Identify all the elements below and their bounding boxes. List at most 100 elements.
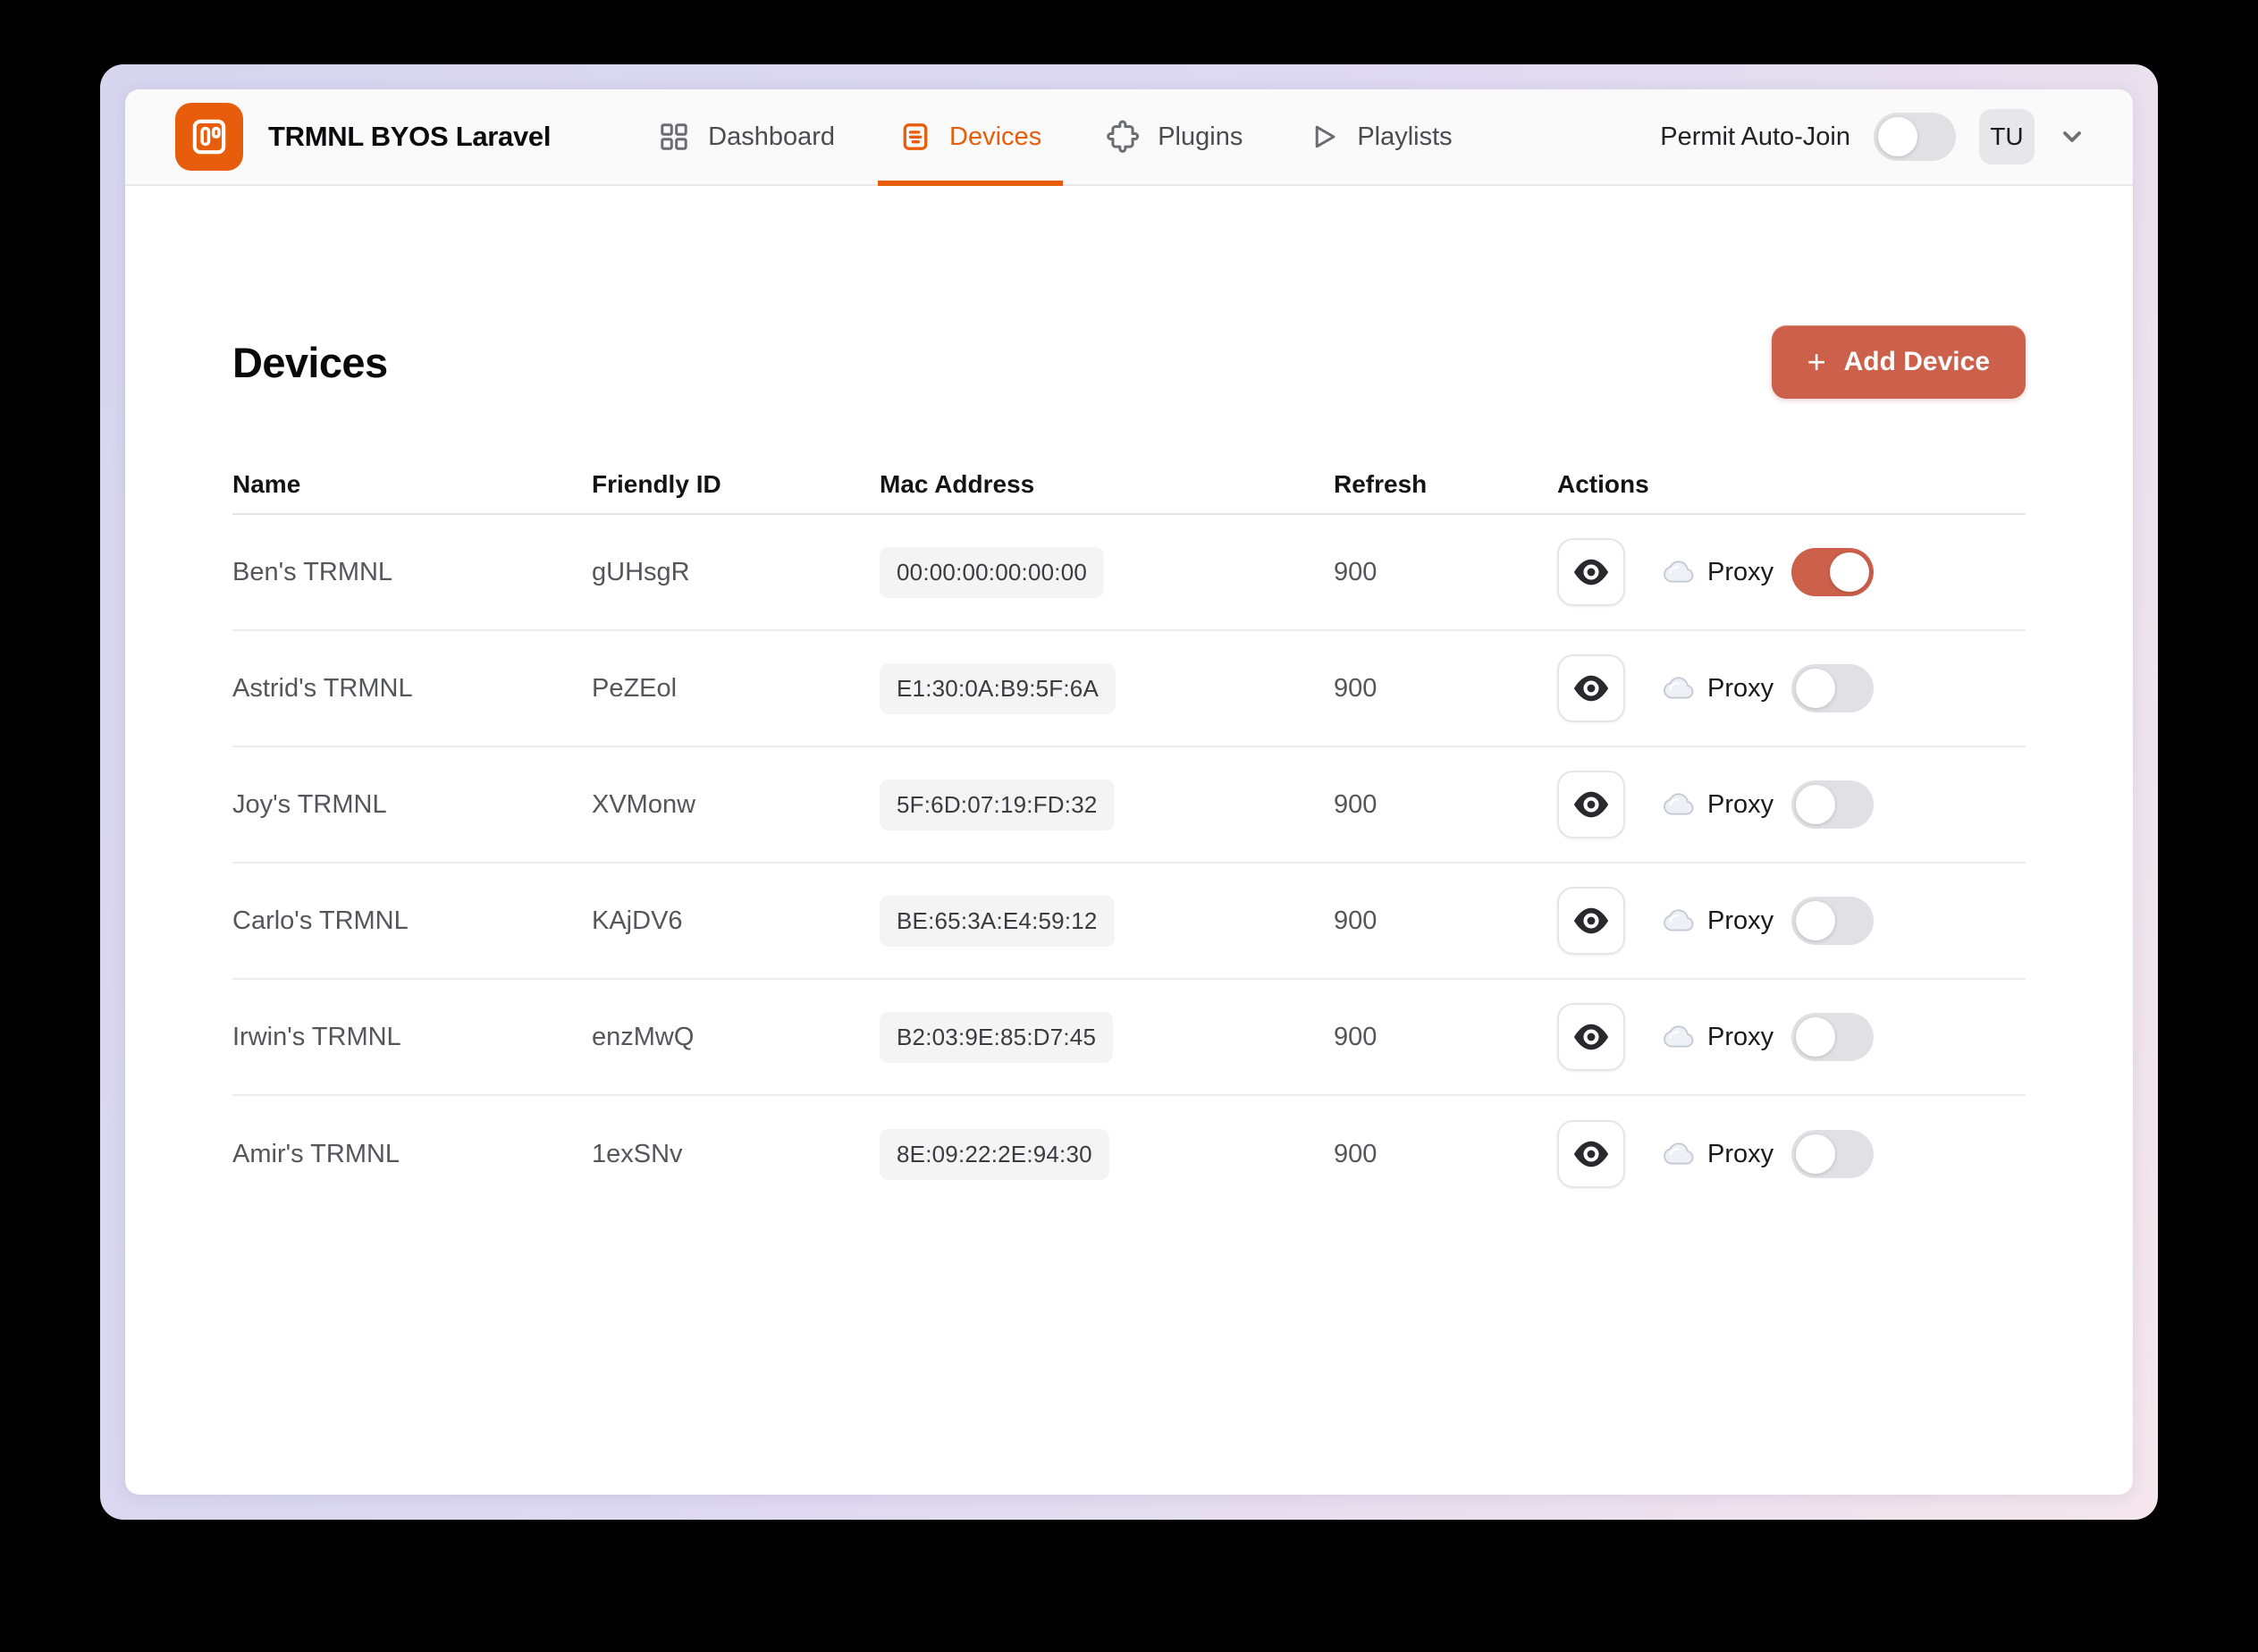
chevron-down-icon[interactable]	[2058, 122, 2086, 151]
view-device-button[interactable]	[1557, 771, 1625, 839]
device-name: Astrid's TRMNL	[232, 673, 413, 703]
topbar-right-group: Permit Auto-Join TU	[1660, 109, 2086, 164]
proxy-control: Proxy	[1661, 1013, 1875, 1061]
proxy-control: Proxy	[1661, 780, 1875, 829]
toggle-knob	[1796, 785, 1836, 824]
proxy-toggle[interactable]	[1791, 548, 1875, 596]
mac-address-badge: E1:30:0A:B9:5F:6A	[880, 662, 1116, 714]
view-device-button[interactable]	[1557, 1003, 1625, 1071]
proxy-toggle[interactable]	[1791, 1013, 1875, 1061]
proxy-toggle[interactable]	[1791, 897, 1875, 945]
table-header-row: Name Friendly ID Mac Address Refresh Act…	[232, 456, 2026, 515]
nav-tab-playlists[interactable]: Playlists	[1285, 89, 1473, 184]
table-row: Irwin's TRMNL enzMwQ B2:03:9E:85:D7:45 9…	[232, 980, 2026, 1096]
add-device-button[interactable]: + Add Device	[1771, 325, 2026, 399]
device-refresh: 900	[1334, 1022, 1378, 1051]
add-device-label: Add Device	[1843, 347, 1990, 376]
cloud-icon	[1661, 907, 1697, 934]
main-content: Devices + Add Device Name Friendly ID Ma…	[125, 186, 2133, 1495]
mac-address-badge: 5F:6D:07:19:FD:32	[880, 779, 1115, 830]
permit-auto-join-label: Permit Auto-Join	[1660, 122, 1850, 151]
device-friendly-id: 1exSNv	[592, 1139, 683, 1168]
device-refresh: 900	[1334, 906, 1378, 935]
column-header-refresh: Refresh	[1334, 470, 1428, 498]
toggle-knob	[1796, 1134, 1836, 1174]
nav-label-dashboard: Dashboard	[708, 122, 836, 151]
cloud-icon	[1661, 791, 1697, 818]
device-name: Carlo's TRMNL	[232, 906, 409, 935]
proxy-label: Proxy	[1707, 906, 1774, 935]
devices-list-icon	[899, 121, 931, 153]
table-row: Amir's TRMNL 1exSNv 8E:09:22:2E:94:30 90…	[232, 1096, 2026, 1212]
eye-icon	[1571, 1017, 1611, 1057]
device-refresh: 900	[1334, 789, 1378, 819]
proxy-toggle[interactable]	[1791, 1130, 1875, 1178]
permit-auto-join-toggle[interactable]	[1874, 113, 1956, 161]
device-refresh: 900	[1334, 673, 1378, 703]
cloud-icon	[1661, 1141, 1697, 1167]
nav-tab-dashboard[interactable]: Dashboard	[636, 89, 856, 184]
device-name: Ben's TRMNL	[232, 557, 393, 586]
eye-icon	[1571, 901, 1611, 940]
device-friendly-id: gUHsgR	[592, 557, 690, 586]
view-device-button[interactable]	[1557, 538, 1625, 606]
proxy-control: Proxy	[1661, 548, 1875, 596]
main-nav: Dashboard Devices Plugins Playlists	[636, 89, 1474, 186]
nav-tab-plugins[interactable]: Plugins	[1084, 89, 1264, 184]
plus-icon: +	[1807, 343, 1826, 380]
app-logo	[175, 103, 243, 171]
page-title-row: Devices + Add Device	[232, 325, 2026, 399]
devices-table: Name Friendly ID Mac Address Refresh Act…	[232, 456, 2026, 1212]
proxy-control: Proxy	[1661, 897, 1875, 945]
device-refresh: 900	[1334, 1139, 1378, 1168]
column-header-mac-address: Mac Address	[880, 470, 1035, 498]
proxy-label: Proxy	[1707, 1139, 1774, 1168]
device-friendly-id: KAjDV6	[592, 906, 683, 935]
proxy-toggle[interactable]	[1791, 780, 1875, 829]
play-icon	[1307, 121, 1339, 153]
eye-icon	[1571, 669, 1611, 708]
mac-address-badge: BE:65:3A:E4:59:12	[880, 895, 1115, 947]
puzzle-icon	[1106, 120, 1140, 154]
proxy-toggle[interactable]	[1791, 664, 1875, 712]
table-row: Astrid's TRMNL PeZEol E1:30:0A:B9:5F:6A …	[232, 631, 2026, 747]
proxy-control: Proxy	[1661, 664, 1875, 712]
device-friendly-id: enzMwQ	[592, 1022, 695, 1051]
column-header-friendly-id: Friendly ID	[592, 470, 721, 498]
view-device-button[interactable]	[1557, 654, 1625, 722]
toggle-knob	[1796, 669, 1836, 708]
device-name: Amir's TRMNL	[232, 1139, 400, 1168]
cloud-icon	[1661, 675, 1697, 702]
app-card: TRMNL BYOS Laravel Dashboard Devices Plu…	[125, 89, 2133, 1495]
proxy-control: Proxy	[1661, 1130, 1875, 1178]
column-header-name: Name	[232, 470, 301, 498]
nav-label-plugins: Plugins	[1158, 122, 1243, 151]
page-title: Devices	[232, 338, 388, 386]
nav-tab-devices[interactable]: Devices	[878, 89, 1064, 186]
eye-icon	[1571, 1134, 1611, 1174]
toggle-knob	[1796, 901, 1836, 940]
proxy-label: Proxy	[1707, 1022, 1774, 1051]
table-row: Ben's TRMNL gUHsgR 00:00:00:00:00:00 900…	[232, 515, 2026, 631]
view-device-button[interactable]	[1557, 887, 1625, 955]
table-row: Joy's TRMNL XVMonw 5F:6D:07:19:FD:32 900…	[232, 747, 2026, 864]
device-friendly-id: XVMonw	[592, 789, 696, 819]
trmnl-logo-icon	[187, 114, 232, 159]
mac-address-badge: B2:03:9E:85:D7:45	[880, 1011, 1114, 1063]
proxy-label: Proxy	[1707, 673, 1774, 703]
device-friendly-id: PeZEol	[592, 673, 678, 703]
device-name: Irwin's TRMNL	[232, 1022, 401, 1051]
cloud-icon	[1661, 559, 1697, 586]
toggle-knob	[1796, 1017, 1836, 1057]
view-device-button[interactable]	[1557, 1120, 1625, 1188]
eye-icon	[1571, 785, 1611, 824]
dashboard-grid-icon	[658, 121, 690, 153]
proxy-label: Proxy	[1707, 789, 1774, 819]
user-avatar[interactable]: TU	[1979, 109, 2035, 164]
device-name: Joy's TRMNL	[232, 789, 387, 819]
device-refresh: 900	[1334, 557, 1378, 586]
top-navigation-bar: TRMNL BYOS Laravel Dashboard Devices Plu…	[125, 89, 2133, 186]
app-window: TRMNL BYOS Laravel Dashboard Devices Plu…	[100, 64, 2158, 1520]
nav-label-playlists: Playlists	[1357, 122, 1453, 151]
eye-icon	[1571, 552, 1611, 592]
